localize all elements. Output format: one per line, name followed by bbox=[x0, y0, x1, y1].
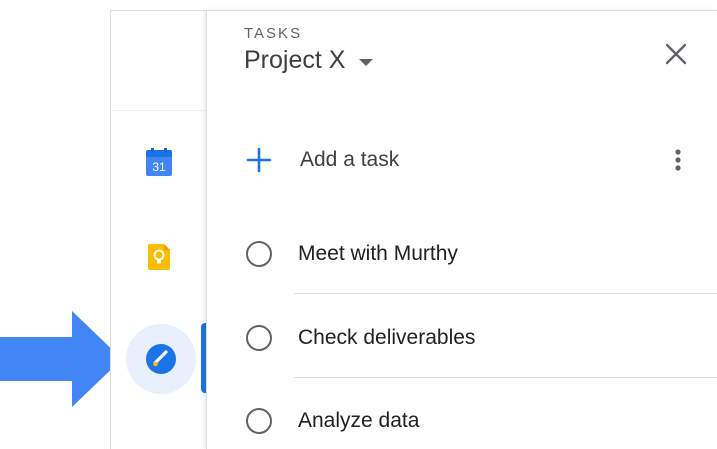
task-checkbox[interactable] bbox=[246, 325, 272, 351]
google-calendar-icon[interactable]: 31 bbox=[146, 148, 172, 176]
plus-icon bbox=[246, 147, 272, 173]
task-title: Check deliverables bbox=[298, 326, 476, 349]
calendar-date: 31 bbox=[152, 160, 166, 174]
panel-eyebrow: TASKS bbox=[244, 25, 303, 42]
pointer-arrow bbox=[0, 311, 122, 407]
close-icon[interactable] bbox=[660, 38, 692, 70]
list-name: Project X bbox=[244, 46, 346, 74]
list-selector[interactable]: Project X bbox=[244, 46, 374, 75]
task-checkbox[interactable] bbox=[246, 241, 272, 267]
task-checkbox[interactable] bbox=[246, 408, 272, 434]
dropdown-caret-icon bbox=[359, 59, 374, 66]
add-task-button[interactable]: Add a task bbox=[244, 138, 399, 182]
task-item[interactable]: Check deliverables bbox=[244, 318, 475, 358]
task-title: Meet with Murthy bbox=[298, 242, 458, 265]
task-title: Analyze data bbox=[298, 409, 420, 432]
task-divider bbox=[294, 377, 717, 378]
rail-divider bbox=[111, 110, 207, 111]
google-keep-icon[interactable] bbox=[148, 244, 170, 270]
task-divider bbox=[294, 293, 717, 294]
add-task-label: Add a task bbox=[300, 148, 400, 171]
task-item[interactable]: Meet with Murthy bbox=[244, 234, 458, 274]
more-options-icon[interactable] bbox=[664, 144, 692, 176]
tasks-side-panel bbox=[206, 10, 717, 449]
task-item[interactable]: Analyze data bbox=[244, 401, 419, 441]
google-tasks-icon[interactable] bbox=[145, 343, 177, 375]
